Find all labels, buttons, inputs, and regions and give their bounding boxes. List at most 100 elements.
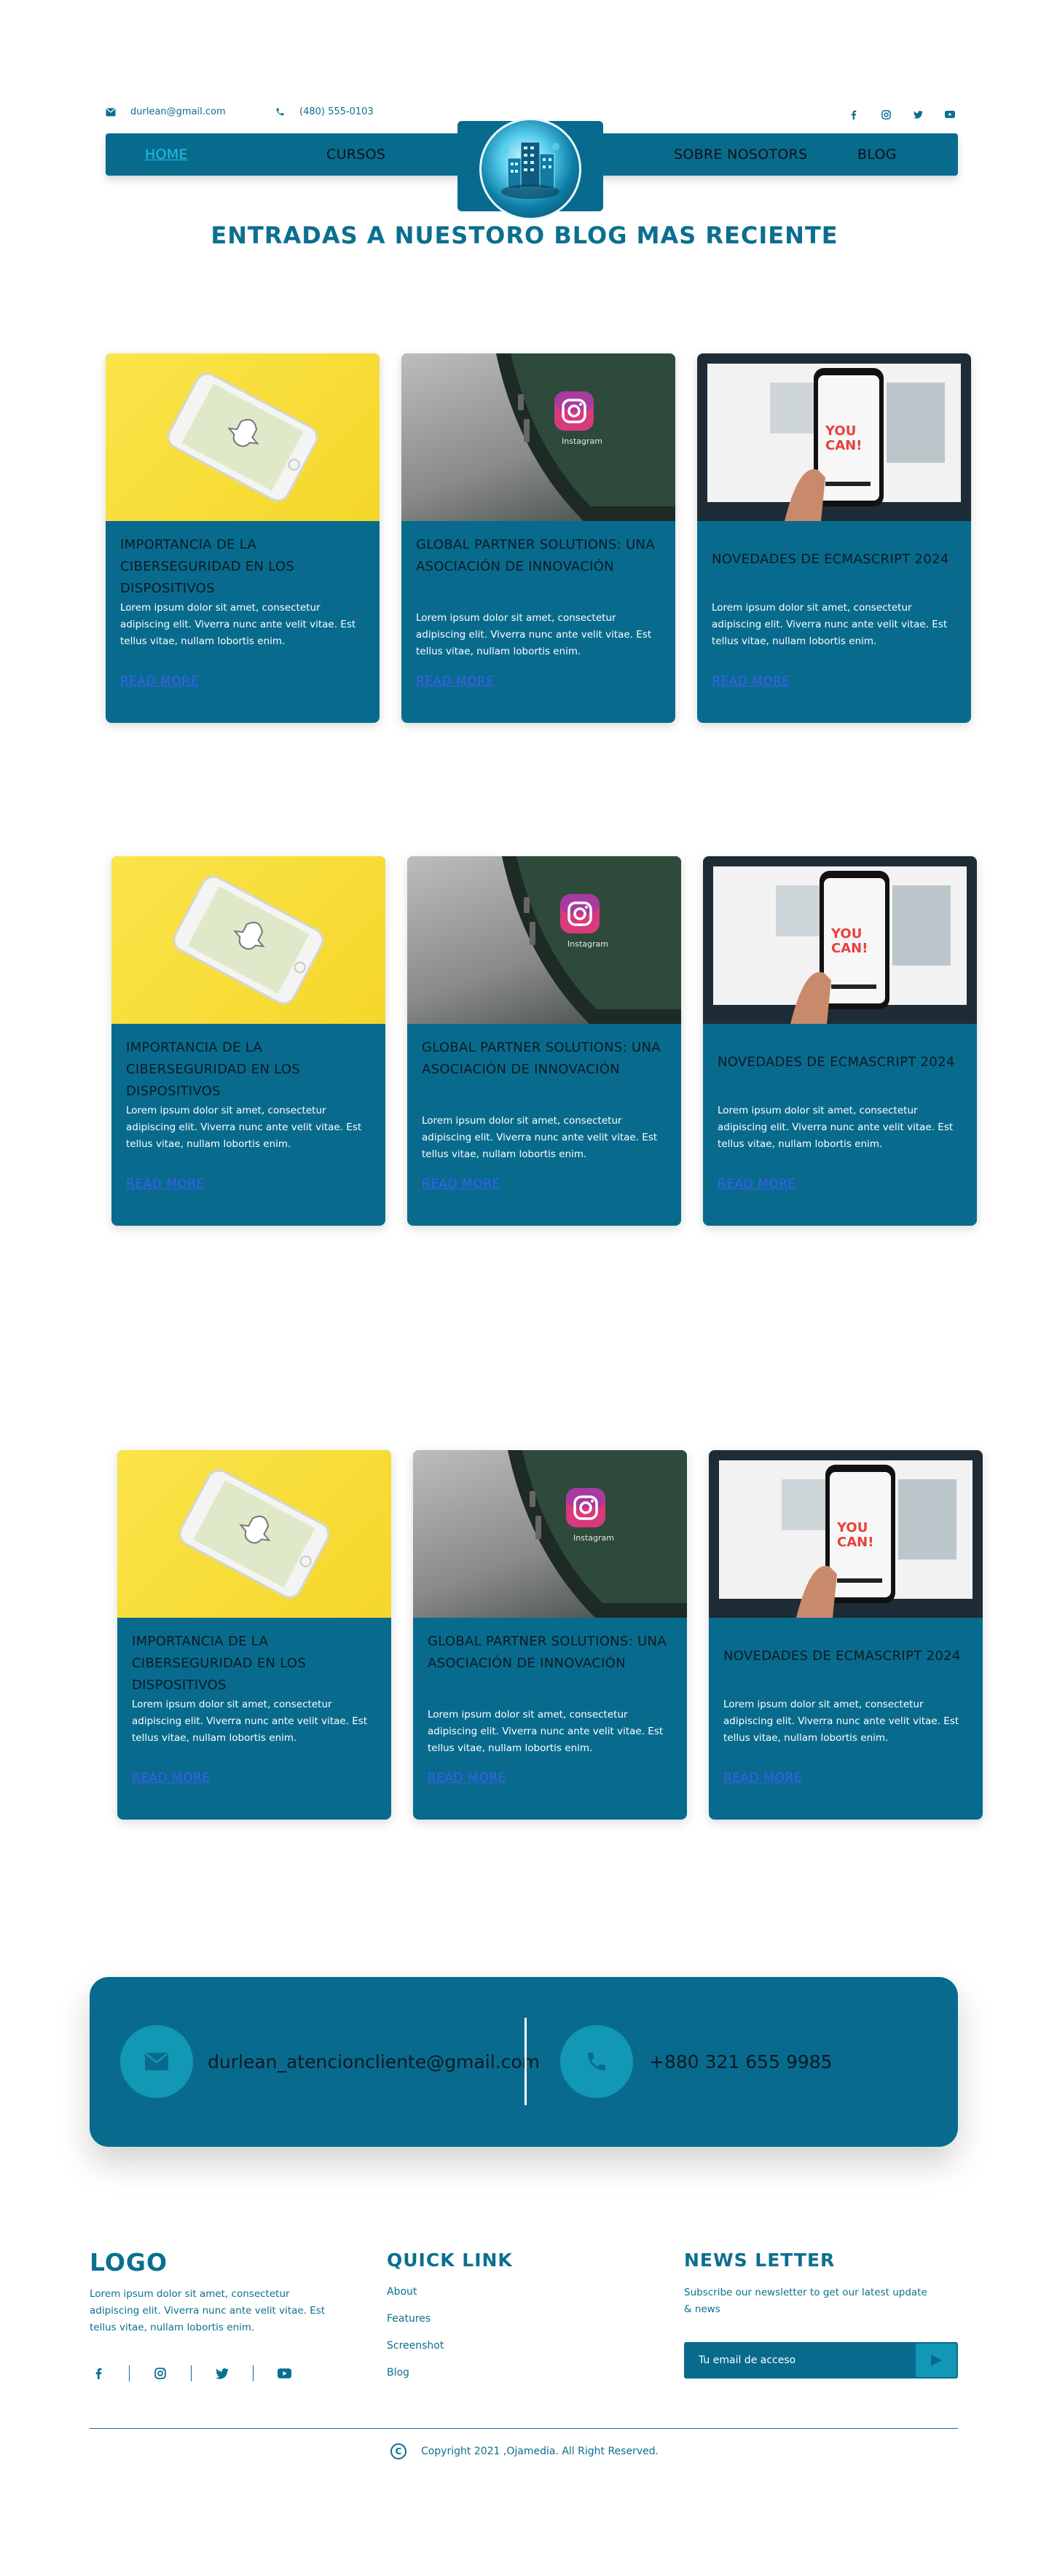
svg-text:Instagram: Instagram — [567, 939, 608, 949]
newsletter-form — [684, 2342, 958, 2379]
blog-card[interactable]: Instagram GLOBAL PARTNER SOLUTIONS: UNA … — [407, 856, 681, 1226]
read-more-link[interactable]: READ MORE — [132, 1771, 211, 1785]
nav-blog[interactable]: BLOG — [857, 146, 897, 163]
top-email-text: durlean@gmail.com — [130, 106, 226, 117]
youcan-phone-image: YOU CAN! — [697, 353, 971, 521]
newsletter-email-input[interactable] — [684, 2342, 916, 2379]
top-socials — [846, 106, 958, 122]
card-title: NOVEDADES DE ECMASCRIPT 2024 — [718, 1054, 955, 1070]
copyright-icon: C — [390, 2443, 406, 2459]
phone-icon — [560, 2025, 633, 2098]
mail-icon — [106, 107, 116, 117]
copyright-text: Copyright 2021 ,Ojamedia. All Right Rese… — [420, 2446, 659, 2457]
blog-card[interactable]: YOU CAN! NOVEDADES DE ECMASCRIPT 2024 Lo… — [697, 353, 971, 723]
instagram-phone-image: Instagram — [401, 353, 675, 521]
read-more-link[interactable]: READ MORE — [126, 1177, 205, 1191]
newsletter-description: Subscribe our newsletter to get our late… — [684, 2287, 927, 2315]
blog-row-3: IMPORTANCIA DE LA CIBERSEGURIDAD EN LOS … — [117, 1450, 983, 1820]
contact-box: durlean_atencioncliente@gmail.com +880 3… — [90, 1977, 958, 2147]
card-title: NOVEDADES DE ECMASCRIPT 2024 — [723, 1648, 961, 1664]
svg-text:CAN!: CAN! — [825, 438, 862, 453]
facebook-icon[interactable] — [90, 2365, 107, 2382]
site-logo[interactable] — [457, 118, 603, 220]
blog-card[interactable]: YOU CAN! NOVEDADES DE ECMASCRIPT 2024 Lo… — [709, 1450, 983, 1820]
footer-link-blog[interactable]: Blog — [387, 2365, 444, 2392]
svg-text:YOU: YOU — [830, 926, 862, 941]
top-email[interactable]: durlean@gmail.com — [106, 106, 226, 117]
card-title: NOVEDADES DE ECMASCRIPT 2024 — [712, 552, 949, 567]
snapchat-phone-image — [106, 353, 380, 521]
read-more-link[interactable]: READ MORE — [120, 674, 199, 689]
social-separator — [191, 2365, 192, 2381]
card-title: IMPORTANCIA DE LA CIBERSEGURIDAD EN LOS … — [120, 537, 295, 596]
blog-card[interactable]: IMPORTANCIA DE LA CIBERSEGURIDAD EN LOS … — [106, 353, 380, 723]
blog-card[interactable]: IMPORTANCIA DE LA CIBERSEGURIDAD EN LOS … — [111, 856, 385, 1226]
read-more-link[interactable]: READ MORE — [422, 1177, 500, 1191]
card-text: Lorem ipsum dolor sit amet, consectetur … — [416, 612, 652, 657]
instagram-icon[interactable] — [152, 2365, 169, 2382]
youcan-phone-image: YOU CAN! — [703, 856, 977, 1024]
facebook-icon[interactable] — [846, 106, 862, 122]
footer-description: Lorem ipsum dolor sit amet, consectetur … — [90, 2288, 326, 2333]
card-text: Lorem ipsum dolor sit amet, consectetur … — [120, 602, 356, 647]
send-icon — [931, 2354, 942, 2366]
card-text: Lorem ipsum dolor sit amet, consectetur … — [718, 1105, 954, 1150]
mail-icon — [120, 2025, 193, 2098]
snapchat-phone-image — [117, 1450, 391, 1618]
card-title: GLOBAL PARTNER SOLUTIONS: UNA ASOCIACIÓN… — [422, 1040, 661, 1077]
footer-logo[interactable]: LOGO — [90, 2248, 168, 2276]
youcan-phone-image: YOU CAN! — [709, 1450, 983, 1618]
footer-link-screenshot[interactable]: Screenshot — [387, 2338, 444, 2365]
card-text: Lorem ipsum dolor sit amet, consectetur … — [712, 602, 948, 647]
footer-link-about[interactable]: About — [387, 2285, 444, 2311]
page-title: ENTRADAS A NUESTORO BLOG MAS RECIENTE — [211, 222, 838, 249]
blog-card[interactable]: IMPORTANCIA DE LA CIBERSEGURIDAD EN LOS … — [117, 1450, 391, 1820]
svg-text:YOU: YOU — [836, 1520, 868, 1535]
nav-home[interactable]: HOME — [145, 146, 188, 163]
contact-divider — [524, 2018, 527, 2105]
twitter-icon[interactable] — [213, 2365, 231, 2382]
youtube-icon[interactable] — [275, 2365, 293, 2382]
snapchat-phone-image — [111, 856, 385, 1024]
svg-text:YOU: YOU — [825, 423, 856, 439]
instagram-phone-image: Instagram — [413, 1450, 687, 1618]
social-separator — [129, 2365, 130, 2381]
svg-text:CAN!: CAN! — [837, 1535, 873, 1550]
read-more-link[interactable]: READ MORE — [416, 674, 495, 689]
card-text: Lorem ipsum dolor sit amet, consectetur … — [422, 1115, 658, 1160]
blog-row-2: IMPORTANCIA DE LA CIBERSEGURIDAD EN LOS … — [111, 856, 977, 1226]
svg-text:Instagram: Instagram — [573, 1533, 614, 1543]
card-title: IMPORTANCIA DE LA CIBERSEGURIDAD EN LOS … — [132, 1634, 307, 1693]
nav-cursos[interactable]: CURSOS — [326, 146, 385, 163]
blog-card[interactable]: Instagram GLOBAL PARTNER SOLUTIONS: UNA … — [401, 353, 675, 723]
read-more-link[interactable]: READ MORE — [723, 1771, 802, 1785]
social-separator — [253, 2365, 254, 2381]
contact-email[interactable]: durlean_atencioncliente@gmail.com — [208, 2051, 540, 2072]
nav-sobre-nosotors[interactable]: SOBRE NOSOTORS — [674, 146, 808, 163]
quick-link-heading: QUICK LINK — [387, 2250, 513, 2271]
blog-card[interactable]: YOU CAN! NOVEDADES DE ECMASCRIPT 2024 Lo… — [703, 856, 977, 1226]
top-phone-text: (480) 555-0103 — [299, 106, 374, 117]
footer-divider — [90, 2428, 958, 2429]
instagram-icon[interactable] — [878, 106, 894, 122]
logo-emblem — [479, 118, 581, 220]
read-more-link[interactable]: READ MORE — [428, 1771, 506, 1785]
footer-link-features[interactable]: Features — [387, 2311, 444, 2338]
twitter-icon[interactable] — [910, 106, 926, 122]
phone-icon — [275, 107, 285, 117]
youtube-icon[interactable] — [942, 106, 958, 122]
top-phone[interactable]: (480) 555-0103 — [275, 106, 374, 117]
card-text: Lorem ipsum dolor sit amet, consectetur … — [428, 1709, 664, 1754]
contact-phone[interactable]: +880 321 655 9985 — [649, 2051, 833, 2072]
svg-text:Instagram: Instagram — [562, 436, 602, 446]
copyright-bar: C Copyright 2021 ,Ojamedia. All Right Re… — [0, 2443, 1049, 2459]
read-more-link[interactable]: READ MORE — [712, 674, 790, 689]
newsletter-submit-button[interactable] — [916, 2344, 956, 2377]
blog-card[interactable]: Instagram GLOBAL PARTNER SOLUTIONS: UNA … — [413, 1450, 687, 1820]
card-text: Lorem ipsum dolor sit amet, consectetur … — [723, 1699, 959, 1744]
read-more-link[interactable]: READ MORE — [718, 1177, 796, 1191]
quick-links: About Features Screenshot Blog — [387, 2285, 444, 2392]
card-title: IMPORTANCIA DE LA CIBERSEGURIDAD EN LOS … — [126, 1040, 301, 1099]
card-title: GLOBAL PARTNER SOLUTIONS: UNA ASOCIACIÓN… — [416, 537, 655, 574]
card-text: Lorem ipsum dolor sit amet, consectetur … — [126, 1105, 362, 1150]
